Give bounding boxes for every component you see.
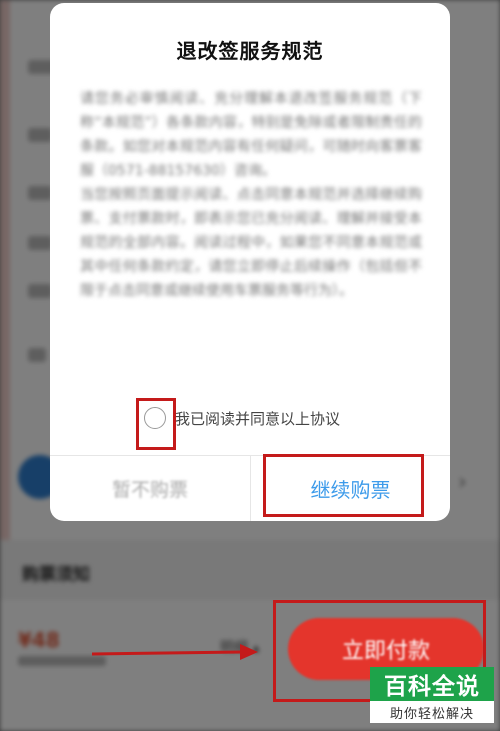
policy-paragraph-2: 当您按照页面提示阅读、点击同意本规范并选择继续购票、支付票款时，即表示您已充分阅… [80, 187, 422, 299]
logo-subtitle: 助你轻松解决 [389, 706, 474, 722]
agree-checkbox-row[interactable]: 我已阅读并同意以上协议 [144, 407, 340, 429]
logo-title: 百科全说 [370, 667, 494, 701]
text-fade [80, 353, 422, 389]
agree-label: 我已阅读并同意以上协议 [175, 409, 341, 428]
decline-button[interactable]: 暂不购票 [50, 456, 250, 521]
policy-text[interactable]: 请您务必审慎阅读、充分理解本退改签服务规范（下称“本规范”）各条款内容，特别是免… [80, 87, 422, 387]
refund-policy-dialog: 退改签服务规范 请您务必审慎阅读、充分理解本退改签服务规范（下称“本规范”）各条… [50, 3, 450, 521]
dialog-title: 退改签服务规范 [176, 39, 324, 63]
policy-paragraph-1: 请您务必审慎阅读、充分理解本退改签服务规范（下称“本规范”）各条款内容，特别是免… [80, 91, 422, 179]
watermark-logo: 百科全说 助你轻松解决 [370, 667, 494, 723]
arrow-right-icon [92, 644, 258, 660]
continue-purchase-button[interactable]: 继续购票 [251, 456, 450, 521]
agree-radio[interactable] [144, 407, 166, 429]
